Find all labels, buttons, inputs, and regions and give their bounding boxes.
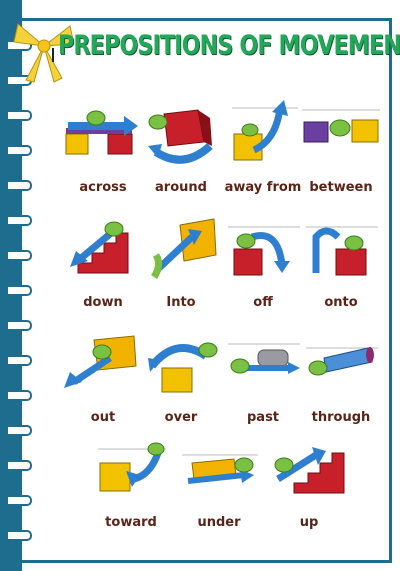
preposition-card-around: around: [136, 100, 226, 220]
past-illustration: [228, 343, 300, 374]
binder-ring: [8, 285, 32, 296]
off-illustration: [228, 226, 300, 276]
preposition-card-under: under: [174, 435, 264, 555]
title-mark: [52, 48, 54, 62]
binder-ring: [8, 460, 32, 471]
preposition-card-out: out: [58, 330, 148, 450]
preposition-card-across: across: [58, 100, 148, 220]
poster: PREPOSITIONS OF MOVEMENT across around a…: [0, 0, 400, 571]
preposition-label: around: [155, 180, 207, 195]
binder-ring: [8, 390, 32, 401]
preposition-card-toward: toward: [86, 435, 176, 555]
preposition-card-into: Into: [136, 215, 226, 335]
preposition-label: under: [197, 515, 241, 530]
preposition-label: off: [253, 295, 273, 310]
into-illustration: [151, 218, 217, 279]
binder-ring: [8, 145, 32, 156]
preposition-card-through: through: [296, 330, 386, 450]
toward-illustration: [98, 442, 166, 492]
preposition-card-down: down: [58, 215, 148, 335]
up-illustration: [274, 447, 345, 494]
over-illustration: [148, 342, 218, 393]
preposition-label: down: [83, 295, 123, 310]
binder-ring: [8, 355, 32, 366]
preposition-card-between: between: [296, 100, 386, 220]
between-illustration: [302, 109, 380, 143]
preposition-label: through: [311, 410, 371, 425]
preposition-label: past: [246, 410, 280, 425]
preposition-label: across: [79, 180, 127, 195]
binder-ring: [8, 425, 32, 436]
binder-ring: [8, 180, 32, 191]
preposition-card-over: over: [136, 330, 226, 450]
preposition-label: away from: [224, 180, 302, 195]
preposition-label: between: [309, 180, 373, 195]
binder-ring: [8, 530, 32, 541]
preposition-label: toward: [105, 515, 157, 530]
preposition-label: onto: [324, 295, 358, 310]
around-illustration: [148, 109, 213, 164]
binder-ring: [8, 250, 32, 261]
binder-ring: [8, 215, 32, 226]
preposition-label: over: [164, 410, 198, 425]
page-title: PREPOSITIONS OF MOVEMENT: [58, 30, 400, 61]
binder-ring: [8, 320, 32, 331]
preposition-label: Into: [166, 295, 196, 310]
preposition-card-up: up: [264, 435, 354, 555]
through-illustration: [306, 347, 378, 376]
preposition-card-onto: onto: [296, 215, 386, 335]
under-illustration: [182, 454, 258, 484]
binder-ring: [8, 495, 32, 506]
across-illustration: [65, 110, 138, 155]
away-from-illustration: [232, 100, 298, 161]
down-illustration: [70, 221, 129, 274]
preposition-card-away-from: away from: [218, 100, 308, 220]
out-illustration: [64, 335, 137, 388]
preposition-card-off: off: [218, 215, 308, 335]
preposition-label: up: [299, 515, 319, 530]
binder-ring: [8, 110, 32, 121]
onto-illustration: [306, 226, 378, 276]
preposition-card-past: past: [218, 330, 308, 450]
preposition-label: out: [90, 410, 116, 425]
